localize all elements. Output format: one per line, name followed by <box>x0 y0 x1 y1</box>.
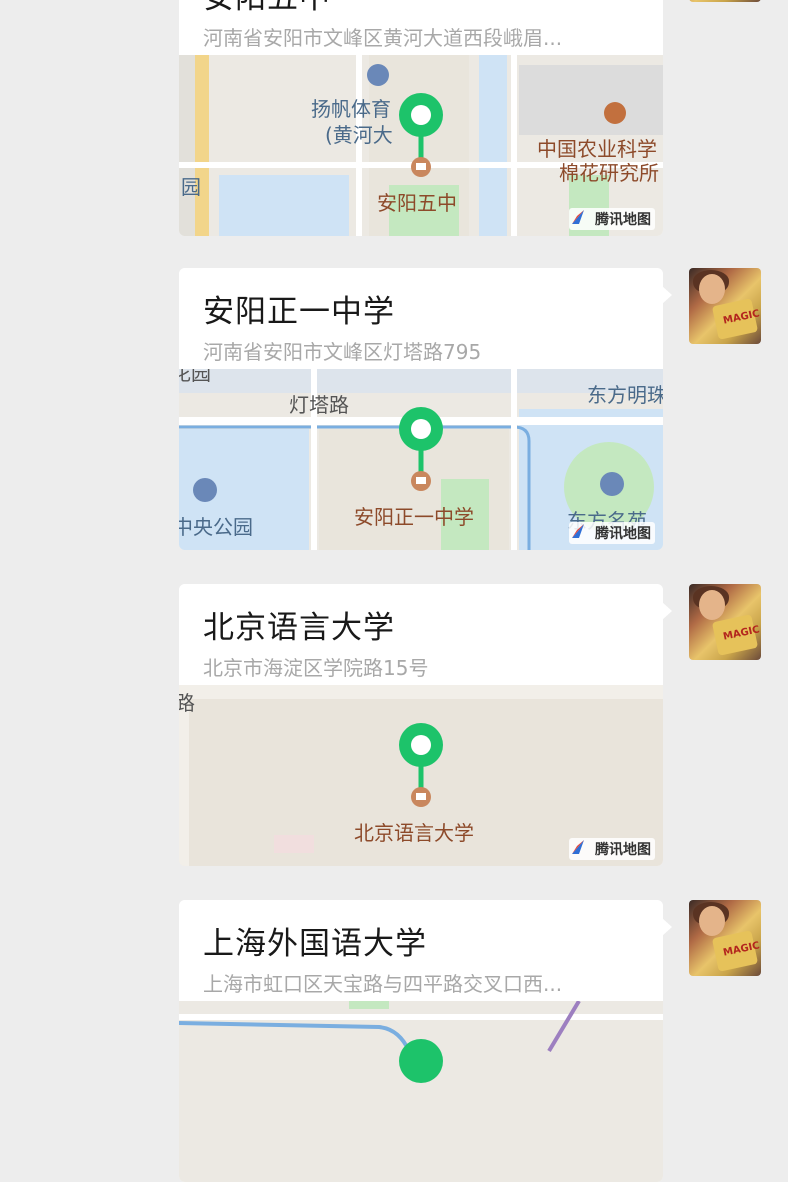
location-address: 河南省安阳市文峰区黄河大道西段峨眉... <box>203 26 563 50</box>
bubble-tail <box>662 602 672 620</box>
map-preview-1[interactable]: 扬帆体育 (黄河大 中国农业科学 棉花研究所 园 安阳五中 腾讯地图 <box>179 55 663 236</box>
location-address: 北京市海淀区学院路15号 <box>203 656 429 680</box>
tencent-map-watermark: 腾讯地图 <box>569 208 655 230</box>
location-title: 安阳正一中学 <box>203 294 395 330</box>
poi-label: 北京语言大学 <box>354 821 474 845</box>
map-preview-2[interactable]: 花园 灯塔路 东方明珠 中央公园 东方名苑 安阳正一中学 腾讯地图 <box>179 369 663 550</box>
poi-label: 安阳五中 <box>377 191 457 215</box>
tencent-map-watermark: 腾讯地图 <box>569 838 655 860</box>
watermark-text: 腾讯地图 <box>595 526 651 542</box>
tencent-map-logo-icon <box>572 524 591 542</box>
map-preview-4[interactable] <box>179 1001 663 1182</box>
poi-label: 安阳正一中学 <box>354 505 474 529</box>
location-title: 上海外国语大学 <box>203 926 427 962</box>
watermark-text: 腾讯地图 <box>595 212 651 228</box>
tencent-map-logo-icon <box>572 210 591 228</box>
avatar[interactable]: MAGIC <box>689 900 761 976</box>
location-card-2[interactable]: 安阳正一中学 河南省安阳市文峰区灯塔路795 花园 灯塔路 东方明珠 中央公园 … <box>179 268 663 550</box>
location-address: 上海市虹口区天宝路与四平路交叉口西... <box>203 972 563 996</box>
avatar[interactable]: MAGIC <box>689 584 761 660</box>
location-card-header: 北京语言大学 北京市海淀区学院路15号 <box>179 584 663 685</box>
location-address: 河南省安阳市文峰区灯塔路795 <box>203 340 482 364</box>
bubble-tail <box>662 286 672 304</box>
location-card-header: 上海外国语大学 上海市虹口区天宝路与四平路交叉口西... <box>179 900 663 1001</box>
tencent-map-logo-icon <box>572 840 591 858</box>
location-card-header: 安阳正一中学 河南省安阳市文峰区灯塔路795 <box>179 268 663 369</box>
watermark-text: 腾讯地图 <box>595 842 651 858</box>
location-card-4[interactable]: 上海外国语大学 上海市虹口区天宝路与四平路交叉口西... <box>179 900 663 1182</box>
bubble-tail <box>662 918 672 936</box>
location-card-header: 安阳五中 河南省安阳市文峰区黄河大道西段峨眉... <box>179 0 663 55</box>
avatar[interactable]: MAGIC <box>689 0 761 2</box>
tencent-map-watermark: 腾讯地图 <box>569 522 655 544</box>
location-title: 北京语言大学 <box>203 610 395 646</box>
location-card-1[interactable]: 安阳五中 河南省安阳市文峰区黄河大道西段峨眉... 扬帆体育 ( <box>179 0 663 236</box>
avatar[interactable]: MAGIC <box>689 268 761 344</box>
location-card-3[interactable]: 北京语言大学 北京市海淀区学院路15号 路 北京语言大学 腾讯地图 <box>179 584 663 866</box>
location-title: 安阳五中 <box>203 0 331 17</box>
map-graphic <box>179 1001 663 1182</box>
map-preview-3[interactable]: 路 北京语言大学 腾讯地图 <box>179 685 663 866</box>
